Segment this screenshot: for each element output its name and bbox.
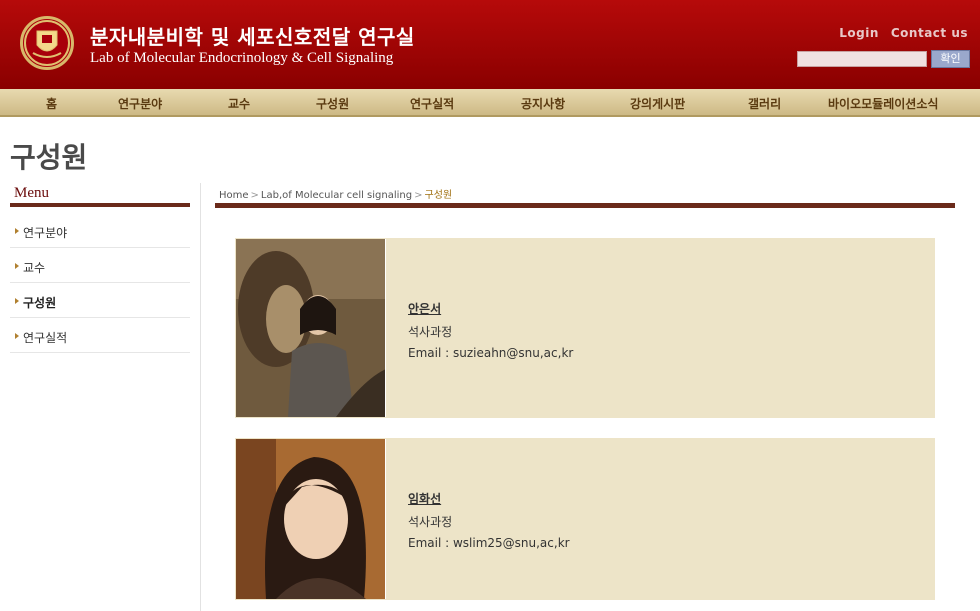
breadcrumb-lab[interactable]: Lab,of Molecular cell signaling xyxy=(261,190,412,201)
nav-home[interactable]: 홈 xyxy=(46,95,57,112)
column-divider xyxy=(200,183,201,611)
member-info: 임화선 석사과정 Email : wslim25@snu,ac,kr xyxy=(408,490,570,550)
member-photo xyxy=(236,239,386,417)
sidebar-divider xyxy=(10,203,190,207)
sidebar-item-label: 연구분야 xyxy=(23,226,68,240)
breadcrumb-separator-icon: > xyxy=(250,190,259,201)
member-photo xyxy=(236,439,386,599)
bullet-arrow-icon xyxy=(15,298,19,304)
member-email: Email : suzieahn@snu,ac,kr xyxy=(408,346,574,360)
member-photo-image xyxy=(236,239,385,417)
page-title: 구성원 xyxy=(10,141,88,174)
top-links: Login Contact us xyxy=(839,26,968,40)
nav-members[interactable]: 구성원 xyxy=(316,95,349,112)
breadcrumb-separator-icon: > xyxy=(414,190,423,201)
nav-gallery[interactable]: 갤러리 xyxy=(748,95,781,112)
login-link[interactable]: Login xyxy=(839,26,879,40)
sidebar-item-publications[interactable]: 연구실적 xyxy=(10,318,190,353)
member-card: 안은서 석사과정 Email : suzieahn@snu,ac,kr xyxy=(235,238,935,418)
member-role: 석사과정 xyxy=(408,515,453,529)
nav-notices[interactable]: 공지사항 xyxy=(521,95,565,112)
nav-research[interactable]: 연구분야 xyxy=(118,95,162,112)
contact-link[interactable]: Contact us xyxy=(891,26,968,40)
search-input[interactable] xyxy=(797,51,927,67)
member-name[interactable]: 임화선 xyxy=(408,490,570,507)
member-info: 안은서 석사과정 Email : suzieahn@snu,ac,kr xyxy=(408,300,573,360)
lab-title-korean: 분자내분비학 및 세포신호전달 연구실 xyxy=(90,25,415,49)
sidebar-item-label: 구성원 xyxy=(23,296,57,310)
member-card: 임화선 석사과정 Email : wslim25@snu,ac,kr xyxy=(235,438,935,600)
breadcrumb-home[interactable]: Home xyxy=(219,190,249,201)
sidebar-item-research[interactable]: 연구분야 xyxy=(10,213,190,248)
seal-emblem-icon xyxy=(24,20,70,66)
nav-professor[interactable]: 교수 xyxy=(228,95,250,112)
bullet-arrow-icon xyxy=(15,263,19,269)
breadcrumb: Home > Lab,of Molecular cell signaling > 구성원 xyxy=(219,186,452,201)
sidebar-heading: Menu xyxy=(14,185,49,201)
nav-biomodulation-news[interactable]: 바이오모듈레이션소식 xyxy=(828,95,938,112)
sidebar-item-label: 연구실적 xyxy=(23,331,68,345)
site-header: 분자내분비학 및 세포신호전달 연구실 Lab of Molecular End… xyxy=(0,0,980,89)
nav-publications[interactable]: 연구실적 xyxy=(410,95,454,112)
sidebar-item-label: 교수 xyxy=(23,261,46,275)
bullet-arrow-icon xyxy=(15,333,19,339)
nav-lectures[interactable]: 강의게시판 xyxy=(630,95,685,112)
sidebar-item-members[interactable]: 구성원 xyxy=(10,283,190,318)
member-name[interactable]: 안은서 xyxy=(408,300,573,317)
member-role: 석사과정 xyxy=(408,325,453,339)
university-seal-logo[interactable] xyxy=(20,16,74,70)
sidebar-item-professor[interactable]: 교수 xyxy=(10,248,190,283)
main-nav: 홈 연구분야 교수 구성원 연구실적 공지사항 강의게시판 갤러리 바이오모듈레… xyxy=(0,89,980,117)
breadcrumb-current: 구성원 xyxy=(424,190,453,201)
member-email: Email : wslim25@snu,ac,kr xyxy=(408,536,570,550)
search-button[interactable]: 확인 xyxy=(931,50,970,68)
content-divider xyxy=(215,203,955,208)
member-photo-image xyxy=(236,439,385,599)
lab-title-english: Lab of Molecular Endocrinology & Cell Si… xyxy=(90,50,394,66)
bullet-arrow-icon xyxy=(15,228,19,234)
